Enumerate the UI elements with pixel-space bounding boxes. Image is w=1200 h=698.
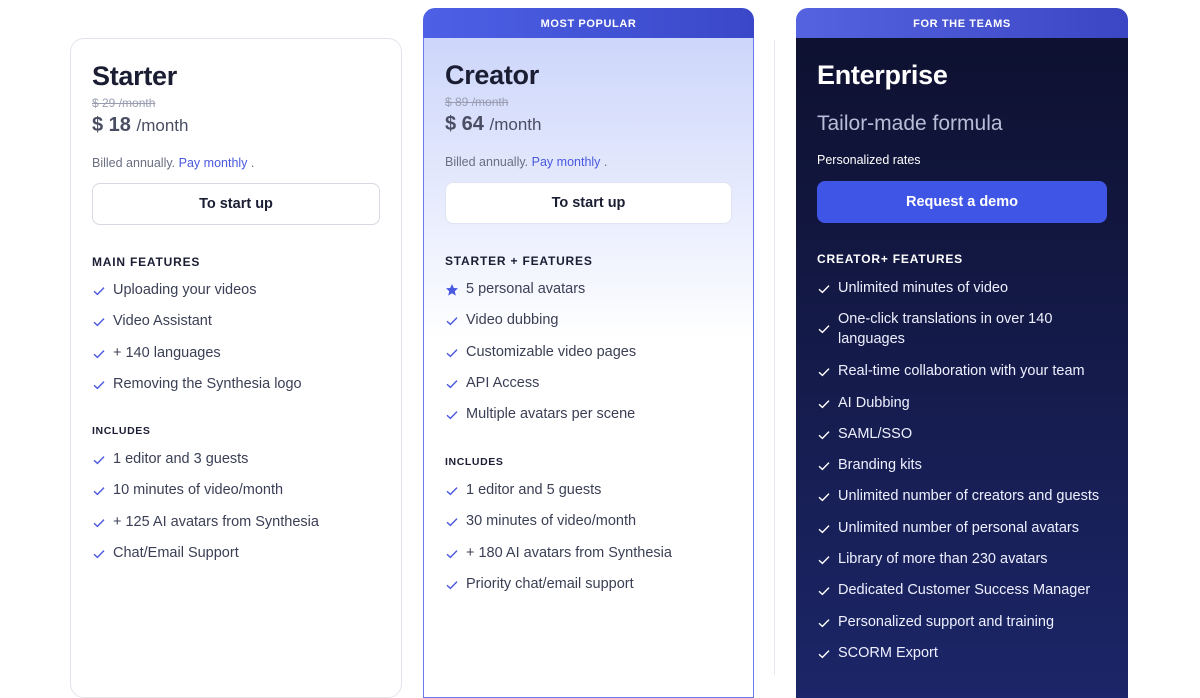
features-heading: MAIN FEATURES — [92, 255, 201, 269]
check-icon — [818, 587, 830, 596]
check-icon — [446, 518, 458, 527]
star-icon — [446, 284, 458, 296]
list-item: 1 editor and 5 guests — [445, 480, 732, 511]
check-icon — [93, 518, 105, 527]
check-icon — [818, 650, 830, 659]
features-heading: STARTER + FEATURES — [445, 254, 593, 268]
check-icon — [446, 487, 458, 496]
list-item: Unlimited number of personal avatars — [817, 518, 1107, 549]
start-up-button[interactable]: To start up — [445, 182, 732, 224]
plan-name: Starter — [92, 61, 177, 91]
check-icon — [446, 549, 458, 558]
list-item: Unlimited minutes of video — [817, 278, 1107, 309]
check-icon — [93, 381, 105, 390]
check-icon — [446, 317, 458, 326]
check-icon — [93, 287, 105, 296]
includes-list: 1 editor and 3 guests 10 minutes of vide… — [92, 449, 380, 574]
list-item: Chat/Email Support — [92, 543, 380, 574]
list-item: + 125 AI avatars from Synthesia — [92, 512, 380, 543]
check-icon — [446, 411, 458, 420]
list-item: Library of more than 230 avatars — [817, 549, 1107, 580]
billing-note: Billed annually. Pay monthly . — [445, 155, 608, 169]
list-item: Unlimited number of creators and guests — [817, 486, 1107, 517]
check-icon — [818, 524, 830, 534]
enterprise-plan-card: Enterprise Tailor-made formula Personali… — [796, 38, 1128, 698]
includes-list: 1 editor and 5 guests 30 minutes of vide… — [445, 480, 732, 605]
most-popular-banner: MOST POPULAR — [423, 8, 754, 39]
billing-note: Billed annually. Pay monthly . — [92, 156, 255, 170]
list-item: + 180 AI avatars from Synthesia — [445, 543, 732, 574]
list-item: SCORM Export — [817, 643, 1107, 674]
includes-heading: INCLUDES — [92, 425, 151, 437]
list-item: Branding kits — [817, 455, 1107, 486]
check-icon — [818, 399, 830, 408]
list-item: Uploading your videos — [92, 280, 380, 311]
check-icon — [818, 431, 830, 440]
check-icon — [818, 618, 830, 628]
features-heading: CREATOR+ FEATURES — [817, 252, 963, 266]
plan-price: $ 64 /month — [445, 113, 542, 135]
pay-monthly-link[interactable]: Pay monthly — [532, 155, 601, 169]
feature-list: Unlimited minutes of video One-click tra… — [817, 278, 1107, 674]
check-icon — [818, 462, 830, 471]
plan-name: Creator — [445, 60, 539, 90]
check-icon — [93, 487, 105, 496]
pay-monthly-link[interactable]: Pay monthly — [179, 156, 248, 170]
list-item: 1 editor and 3 guests — [92, 449, 380, 480]
check-icon — [818, 493, 830, 502]
request-demo-button[interactable]: Request a demo — [817, 181, 1107, 223]
list-item: 10 minutes of video/month — [92, 480, 380, 511]
list-item: + 140 languages — [92, 343, 380, 374]
check-icon — [446, 581, 458, 590]
list-item: 5 personal avatars — [445, 279, 732, 310]
check-icon — [93, 550, 105, 559]
list-item: Priority chat/email support — [445, 574, 732, 605]
check-icon — [818, 325, 830, 334]
check-icon — [93, 456, 105, 465]
check-icon — [93, 318, 105, 327]
includes-heading: INCLUDES — [445, 456, 504, 468]
list-item: 30 minutes of video/month — [445, 511, 732, 542]
for-the-teams-banner: FOR THE TEAMS — [796, 8, 1128, 39]
original-price: $ 89 /month — [445, 95, 509, 109]
list-item: Personalized support and training — [817, 612, 1107, 643]
plan-tagline: Tailor-made formula — [817, 112, 1003, 135]
list-item: API Access — [445, 373, 732, 404]
list-item: Real-time collaboration with your team — [817, 361, 1107, 392]
list-item: SAML/SSO — [817, 424, 1107, 455]
plan-price: $ 18 /month — [92, 114, 189, 136]
list-item: Video Assistant — [92, 311, 380, 342]
check-icon — [818, 556, 830, 565]
starter-plan-card: Starter $ 29 /month $ 18 /month Billed a… — [70, 38, 402, 698]
list-item: Multiple avatars per scene — [445, 404, 732, 435]
column-divider — [774, 40, 775, 675]
rates-note: Personalized rates — [817, 153, 921, 167]
list-item: Dedicated Customer Success Manager — [817, 580, 1107, 611]
list-item: Customizable video pages — [445, 342, 732, 373]
start-up-button[interactable]: To start up — [92, 183, 380, 225]
list-item: One-click translations in over 140 langu… — [817, 309, 1107, 361]
check-icon — [446, 348, 458, 357]
feature-list: 5 personal avatars Video dubbing Customi… — [445, 279, 732, 435]
check-icon — [446, 380, 458, 389]
check-icon — [818, 285, 830, 294]
check-icon — [818, 368, 830, 377]
creator-plan-card: Creator $ 89 /month $ 64 /month Billed a… — [423, 38, 754, 698]
list-item: AI Dubbing — [817, 393, 1107, 424]
check-icon — [93, 349, 105, 358]
original-price: $ 29 /month — [92, 96, 156, 110]
feature-list: Uploading your videos Video Assistant + … — [92, 280, 380, 405]
plan-name: Enterprise — [817, 60, 948, 90]
list-item: Removing the Synthesia logo — [92, 374, 380, 405]
list-item: Video dubbing — [445, 310, 732, 341]
